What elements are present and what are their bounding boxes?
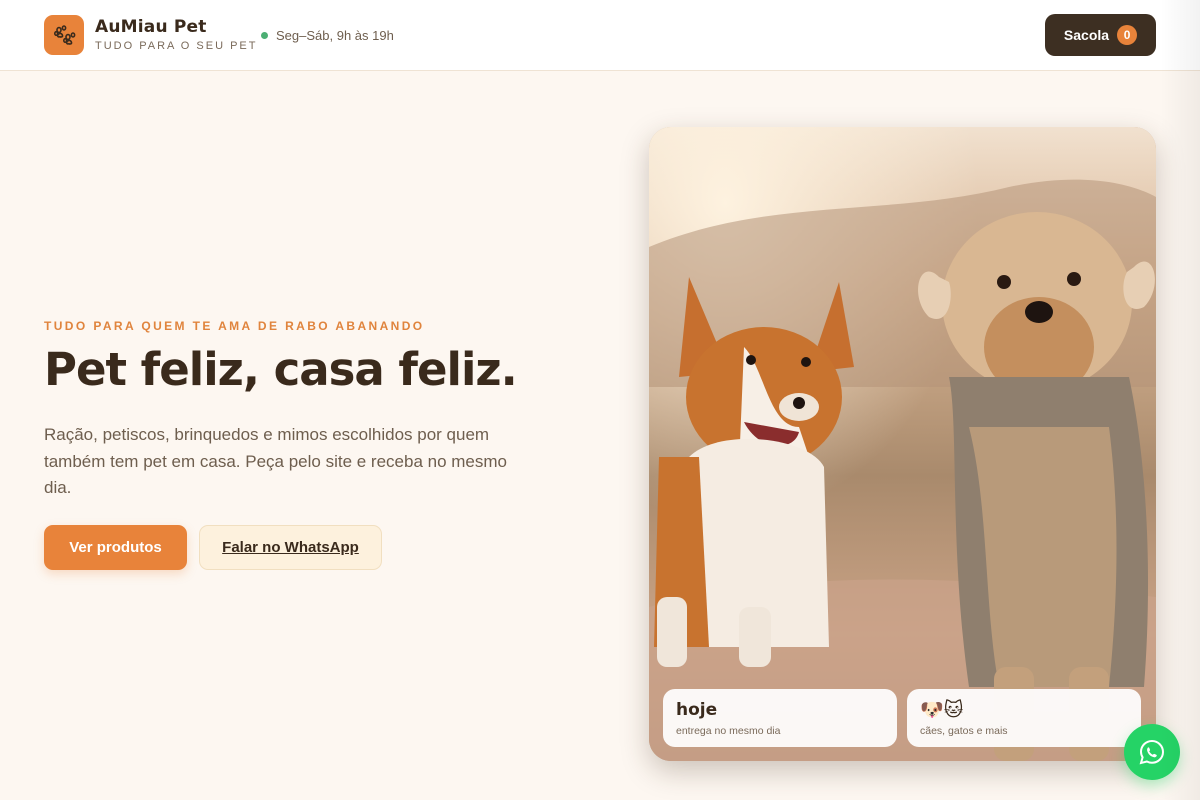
brand-tagline: TUDO PARA O SEU PET [95, 40, 258, 52]
bag-count-badge: 0 [1117, 25, 1138, 45]
opening-hours: Seg–Sáb, 9h às 19h [261, 28, 394, 43]
bag-label: Sacola [1063, 27, 1110, 43]
bag-button[interactable]: Sacola 0 [1045, 14, 1156, 56]
dog-cat-icon: 🐶🐱 [920, 699, 964, 721]
view-products-button[interactable]: Ver produtos [44, 525, 187, 570]
hero-eyebrow: TUDO PARA QUEM TE AMA DE RABO ABANANDO [44, 319, 425, 333]
status-dot-icon [261, 32, 268, 39]
paw-icon [53, 25, 76, 45]
opening-hours-text: Seg–Sáb, 9h às 19h [276, 28, 394, 43]
pet-types-card: 🐶🐱 cães, gatos e mais [907, 689, 1141, 747]
hero-headline: Pet feliz, casa feliz. [44, 343, 518, 396]
hero-lead: Ração, petiscos, brinquedos e mimos esco… [44, 425, 508, 497]
whatsapp-icon [1139, 739, 1165, 765]
card-title: hoje [676, 700, 718, 720]
logo[interactable] [44, 15, 84, 55]
same-day-delivery-card: hoje entrega no mesmo dia [663, 689, 897, 747]
page-edge-shadow [1160, 0, 1200, 800]
hero-image-dogs [649, 127, 1156, 761]
card-subtitle: entrega no mesmo dia [676, 725, 781, 737]
site-header: AuMiau Pet TUDO PARA O SEU PET Seg–Sáb, … [0, 0, 1200, 71]
whatsapp-chat-button[interactable]: Falar no WhatsApp [199, 525, 382, 570]
whatsapp-float-button[interactable] [1124, 724, 1180, 780]
card-subtitle: cães, gatos e mais [920, 725, 1008, 737]
brand-name[interactable]: AuMiau Pet [95, 17, 207, 37]
